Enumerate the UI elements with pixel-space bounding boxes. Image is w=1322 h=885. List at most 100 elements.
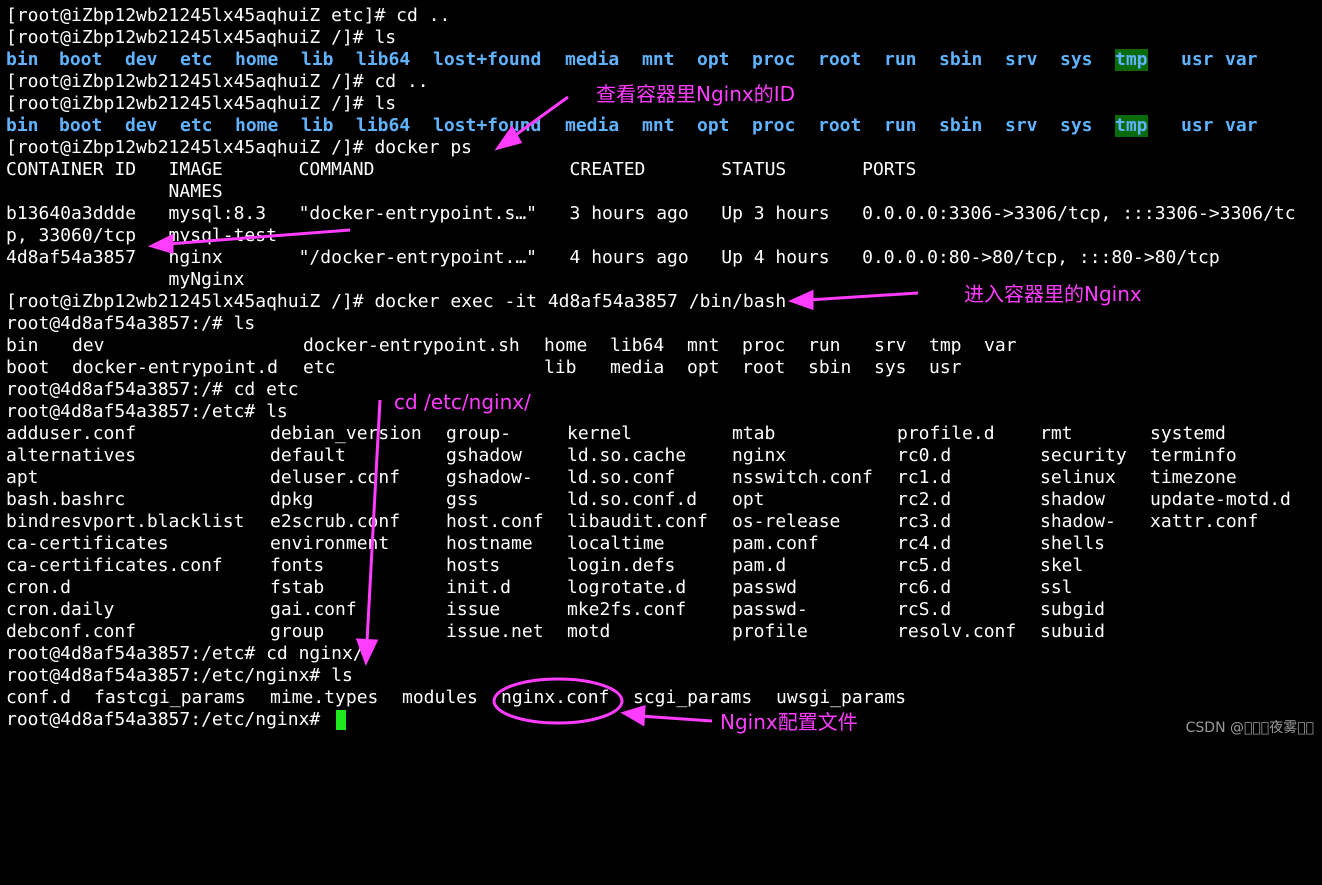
dir-entry: home — [235, 49, 279, 70]
file-entry: shadow — [1040, 489, 1106, 510]
dir-entry-tmp: tmp — [1115, 115, 1148, 137]
dir-entry: bin — [6, 115, 39, 136]
dir-entry: lib — [301, 115, 334, 136]
file-entry: alternatives — [6, 445, 137, 466]
file-entry: rmt — [1040, 423, 1073, 444]
terminal-line: root@4d8af54a3857:/etc# ls — [6, 401, 288, 422]
file-entry: shells — [1040, 533, 1106, 554]
file-entry: dev — [72, 335, 105, 356]
dir-entry: media — [565, 115, 620, 136]
file-entry: passwd- — [732, 599, 808, 620]
terminal-line: root@4d8af54a3857:/etc# cd nginx/ — [6, 643, 364, 664]
dir-entry: mnt — [642, 49, 675, 70]
terminal-line: [root@iZbp12wb21245lx45aqhuiZ /]# docker… — [6, 137, 472, 158]
dir-entry: proc — [752, 115, 796, 136]
annotation-nginx-config-file: Nginx配置文件 — [720, 710, 858, 734]
file-entry: passwd — [732, 577, 798, 598]
file-entry: ssl — [1040, 577, 1073, 598]
file-entry: ld.so.conf — [567, 467, 676, 488]
file-entry: mke2fs.conf — [567, 599, 687, 620]
file-entry: usr — [929, 357, 962, 378]
ls-root-output-2: bin boot dev etc home lib lib64 lost+fou… — [6, 115, 1258, 137]
file-entry-nginx-conf: nginx.conf — [501, 687, 610, 708]
annotation-cd-nginx: cd /etc/nginx/ — [394, 390, 531, 414]
file-entry: init.d — [446, 577, 512, 598]
file-entry: scgi_params — [633, 687, 753, 708]
prompt: root@4d8af54a3857:/etc/nginx# — [6, 709, 332, 730]
dir-entry: dev — [125, 49, 158, 70]
terminal-prompt-line[interactable]: root@4d8af54a3857:/etc/nginx# — [6, 709, 346, 731]
file-entry: media — [610, 357, 665, 378]
file-entry: mtab — [732, 423, 776, 444]
file-entry: etc — [303, 357, 336, 378]
terminal-line: root@4d8af54a3857:/# cd etc — [6, 379, 299, 400]
terminal-line: [root@iZbp12wb21245lx45aqhuiZ /]# docker… — [6, 291, 787, 312]
file-entry: docker-entrypoint.sh — [303, 335, 520, 356]
file-entry: dpkg — [270, 489, 314, 510]
dir-entry: var — [1225, 115, 1258, 136]
dir-entry: proc — [752, 49, 796, 70]
docker-ps-header-names: NAMES — [6, 181, 223, 202]
file-entry: rc1.d — [897, 467, 952, 488]
file-entry: opt — [732, 489, 765, 510]
dir-entry: sbin — [939, 49, 983, 70]
file-entry: rcS.d — [897, 599, 952, 620]
file-entry: nsswitch.conf — [732, 467, 873, 488]
file-entry: mnt — [687, 335, 720, 356]
ls-root-output-1: bin boot dev etc home lib lib64 lost+fou… — [6, 49, 1258, 71]
file-entry: shadow- — [1040, 511, 1116, 532]
docker-ps-row-cont: myNginx — [6, 269, 245, 290]
file-entry: security — [1040, 445, 1127, 466]
file-entry: bindresvport.blacklist — [6, 511, 245, 532]
file-entry: timezone — [1150, 467, 1237, 488]
dir-entry: etc — [180, 115, 213, 136]
file-entry: fstab — [270, 577, 325, 598]
dir-entry: etc — [180, 49, 213, 70]
file-entry: debian_version — [270, 423, 422, 444]
file-entry: root — [742, 357, 786, 378]
dir-entry: usr — [1181, 49, 1214, 70]
file-entry: systemd — [1150, 423, 1226, 444]
file-entry: var — [984, 335, 1017, 356]
docker-ps-header: CONTAINER ID IMAGE COMMAND CREATED STATU… — [6, 159, 917, 180]
dir-entry: opt — [697, 49, 730, 70]
dir-entry: usr — [1181, 115, 1214, 136]
file-entry: subuid — [1040, 621, 1106, 642]
file-entry: ca-certificates — [6, 533, 169, 554]
terminal-line: root@4d8af54a3857:/etc/nginx# ls — [6, 665, 353, 686]
file-entry: default — [270, 445, 346, 466]
file-entry: rc3.d — [897, 511, 952, 532]
file-entry: home — [544, 335, 588, 356]
file-entry: logrotate.d — [567, 577, 687, 598]
file-entry: hostname — [446, 533, 533, 554]
file-entry: debconf.conf — [6, 621, 137, 642]
file-entry: os-release — [732, 511, 841, 532]
ls-nginx-output: conf.d fastcgi_params mime.types modules… — [6, 687, 906, 709]
file-entry: resolv.conf — [897, 621, 1017, 642]
file-entry: environment — [270, 533, 390, 554]
file-entry: hosts — [446, 555, 501, 576]
file-entry: localtime — [567, 533, 665, 554]
dir-entry: sys — [1060, 115, 1093, 136]
file-entry: skel — [1040, 555, 1084, 576]
ls-container-root-row: boot docker-entrypoint.d etc lib media o… — [6, 357, 962, 379]
dir-entry: opt — [697, 115, 730, 136]
dir-entry: mnt — [642, 115, 675, 136]
terminal-line: root@4d8af54a3857:/# ls — [6, 313, 256, 334]
file-entry: gshadow- — [446, 467, 533, 488]
dir-entry: run — [884, 49, 917, 70]
file-entry: sys — [874, 357, 907, 378]
file-entry: bin — [6, 335, 39, 356]
file-entry: update-motd.d — [1150, 489, 1291, 510]
file-entry: group- — [446, 423, 512, 444]
file-entry: login.defs — [567, 555, 676, 576]
terminal-window[interactable]: [root@iZbp12wb21245lx45aqhuiZ etc]# cd .… — [0, 0, 1322, 745]
file-entry: rc5.d — [897, 555, 952, 576]
dir-entry-tmp: tmp — [1115, 49, 1148, 71]
dir-entry: lost+found — [433, 115, 542, 136]
file-entry: opt — [687, 357, 720, 378]
docker-ps-row-cont: p, 33060/tcp mysql-test — [6, 225, 277, 246]
file-entry: ca-certificates.conf — [6, 555, 223, 576]
dir-entry: media — [565, 49, 620, 70]
file-entry: group — [270, 621, 325, 642]
